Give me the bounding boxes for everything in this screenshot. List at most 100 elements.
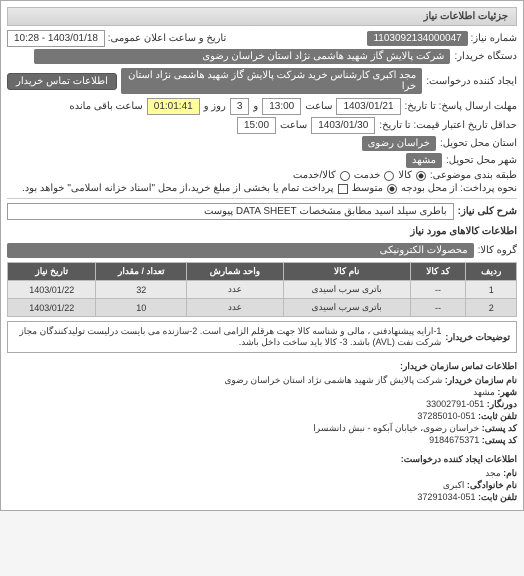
pub-dt-value: 1403/01/18 - 10:28 — [7, 30, 105, 47]
org-city-label: شهر: — [497, 387, 517, 397]
deadline-send-label: مهلت ارسال پاسخ: تا تاریخ: — [405, 101, 517, 112]
row-keyword: شرح کلی نیاز: باطری سیلد اسید مطابق مشخص… — [7, 203, 517, 220]
org-switch-label: دورنگار: — [487, 399, 517, 409]
radio-medium-label: متوسط — [352, 183, 383, 194]
cell-row: 2 — [466, 299, 517, 317]
table-row: 1 -- باتری سرب اسیدی عدد 32 1403/01/22 — [8, 281, 517, 299]
cell-unit: عدد — [187, 299, 284, 317]
contact-org-title: اطلاعات تماس سازمان خریدار: — [7, 359, 517, 374]
notes-label: توضیحات خریدار: — [445, 332, 510, 343]
creator-phone-label: تلفن ثابت: — [478, 492, 517, 502]
contact-org: اطلاعات تماس سازمان خریدار: نام سازمان خ… — [7, 359, 517, 446]
row-creator: ایجاد کننده درخواست: مجد اکبری کارشناس خ… — [7, 66, 517, 96]
buyer-value: شرکت پالایش گاز شهید هاشمی نژاد استان خر… — [34, 49, 451, 64]
org-fax-label: تلفن ثابت: — [478, 411, 517, 421]
group-value: محصولات الکترونیکی — [7, 243, 474, 258]
header-title: جزئیات اطلاعات نیاز — [424, 11, 508, 22]
table-header-row: ردیف کد کالا نام کالا واحد شمارش تعداد /… — [8, 263, 517, 281]
th-unit: واحد شمارش — [187, 263, 284, 281]
goods-table: ردیف کد کالا نام کالا واحد شمارش تعداد /… — [7, 262, 517, 317]
deadline-send-time: 13:00 — [262, 98, 301, 115]
contact-creator: اطلاعات ایجاد کننده درخواست: نام: مجد نا… — [7, 452, 517, 503]
th-date: تاریخ نیاز — [8, 263, 96, 281]
subject-cat-label: طبقه بندی موضوعی: — [430, 170, 517, 181]
radio-service[interactable] — [384, 171, 394, 181]
province-value: خراسان رضوی — [362, 136, 436, 151]
row-budget: نحوه پرداخت: از محل بودجه متوسط پرداخت ت… — [7, 183, 517, 194]
main-container: جزئیات اطلاعات نیاز شماره نیاز: 11030921… — [0, 0, 524, 511]
org-post-label: کد پستی: — [482, 435, 517, 445]
org-fax-value: 051-37285010 — [417, 411, 475, 421]
budget-type-label: نحوه پرداخت: از محل بودجه — [401, 183, 517, 194]
creator-value: مجد اکبری کارشناس خرید شرکت پالایش گاز ش… — [121, 68, 422, 94]
goods-header: اطلاعات کالاهای مورد نیاز — [7, 222, 517, 241]
keyword-label: شرح کلی نیاز: — [458, 206, 517, 217]
creator-name-value: مجد — [485, 468, 500, 478]
time-label-2: ساعت — [280, 120, 307, 131]
cell-code: -- — [410, 299, 466, 317]
req-no-value: 1103092134000047 — [367, 31, 467, 46]
creator-label: ایجاد کننده درخواست: — [426, 76, 517, 87]
section-header-details: جزئیات اطلاعات نیاز — [7, 7, 517, 26]
city-label: شهر محل تحویل: — [446, 155, 517, 166]
remain-time: 01:01:41 — [147, 98, 200, 115]
remain-days-label: روز و — [204, 101, 226, 112]
budget-note: پرداخت تمام یا بخشی از مبلغ خرید،از محل … — [22, 183, 334, 194]
th-name: نام کالا — [283, 263, 410, 281]
row-deadline-send: مهلت ارسال پاسخ: تا تاریخ: 1403/01/21 سا… — [7, 98, 517, 115]
contact-buyer-button[interactable]: اطلاعات تماس خریدار — [7, 73, 117, 90]
row-validity: حداقل تاریخ اعتبار قیمت: تا تاریخ: 1403/… — [7, 117, 517, 134]
org-value: شرکت پالایش گاز شهید هاشمی نژاد استان خر… — [224, 375, 442, 385]
row-req-no: شماره نیاز: 1103092134000047 تاریخ و ساع… — [7, 30, 517, 47]
cell-row: 1 — [466, 281, 517, 299]
table-row: 2 -- باتری سرب اسیدی عدد 10 1403/01/22 — [8, 299, 517, 317]
validity-time: 15:00 — [237, 117, 276, 134]
checkbox-treasury[interactable] — [338, 184, 348, 194]
time-label-1: ساعت — [305, 101, 332, 112]
org-addr-label: کد پستی: — [482, 423, 517, 433]
validity-label: حداقل تاریخ اعتبار قیمت: تا تاریخ: — [379, 120, 517, 131]
th-row: ردیف — [466, 263, 517, 281]
cell-code: -- — [410, 281, 466, 299]
divider-1 — [7, 198, 517, 199]
deadline-send-date: 1403/01/21 — [336, 98, 400, 115]
notes-text: 1-ارایه پیشنهادفنی ، مالی و شناسه کالا ج… — [14, 326, 441, 348]
th-code: کد کالا — [410, 263, 466, 281]
creator-lname-value: اکبری — [443, 480, 465, 490]
cell-qty: 32 — [96, 281, 187, 299]
row-buyer: دستگاه خریدار: شرکت پالایش گاز شهید هاشم… — [7, 49, 517, 64]
cell-name: باتری سرب اسیدی — [283, 299, 410, 317]
group-label: گروه کالا: — [478, 245, 517, 256]
cell-date: 1403/01/22 — [8, 299, 96, 317]
validity-date: 1403/01/30 — [311, 117, 375, 134]
cell-name: باتری سرب اسیدی — [283, 281, 410, 299]
cell-unit: عدد — [187, 281, 284, 299]
remain-days: 3 — [230, 98, 250, 115]
remain-suffix: ساعت باقی مانده — [69, 101, 142, 112]
contact-creator-title: اطلاعات ایجاد کننده درخواست: — [7, 452, 517, 467]
radio-medium[interactable] — [387, 184, 397, 194]
row-city: شهر محل تحویل: مشهد — [7, 153, 517, 168]
remain-and: و — [253, 101, 258, 112]
radio-goods[interactable] — [416, 171, 426, 181]
city-value: مشهد — [406, 153, 442, 168]
radio-both[interactable] — [340, 171, 350, 181]
keyword-value: باطری سیلد اسید مطابق مشخصات DATA SHEET … — [7, 203, 454, 220]
pub-dt-label: تاریخ و ساعت اعلان عمومی: — [108, 33, 227, 44]
row-province: استان محل تحویل: خراسان رضوی — [7, 136, 517, 151]
row-subject-cat: طبقه بندی موضوعی: کالا خدمت کالا/خدمت — [7, 170, 517, 181]
creator-name-label: نام: — [503, 468, 517, 478]
org-city-value: مشهد — [473, 387, 495, 397]
province-label: استان محل تحویل: — [440, 138, 517, 149]
org-addr-value: خراسان رضوی، خیابان آبکوه - نبش دانشسرا — [313, 423, 479, 433]
buyer-label: دستگاه خریدار: — [454, 51, 517, 62]
radio-goods-label: کالا — [398, 170, 412, 181]
row-group: گروه کالا: محصولات الکترونیکی — [7, 243, 517, 258]
cell-qty: 10 — [96, 299, 187, 317]
org-post-value: 9184675371 — [429, 435, 479, 445]
req-no-label: شماره نیاز: — [470, 33, 517, 44]
radio-service-label: خدمت — [354, 170, 381, 181]
notes-box: توضیحات خریدار: 1-ارایه پیشنهادفنی ، مال… — [7, 321, 517, 353]
radio-both-label: کالا/خدمت — [293, 170, 336, 181]
org-label: نام سازمان خریدار: — [445, 375, 517, 385]
